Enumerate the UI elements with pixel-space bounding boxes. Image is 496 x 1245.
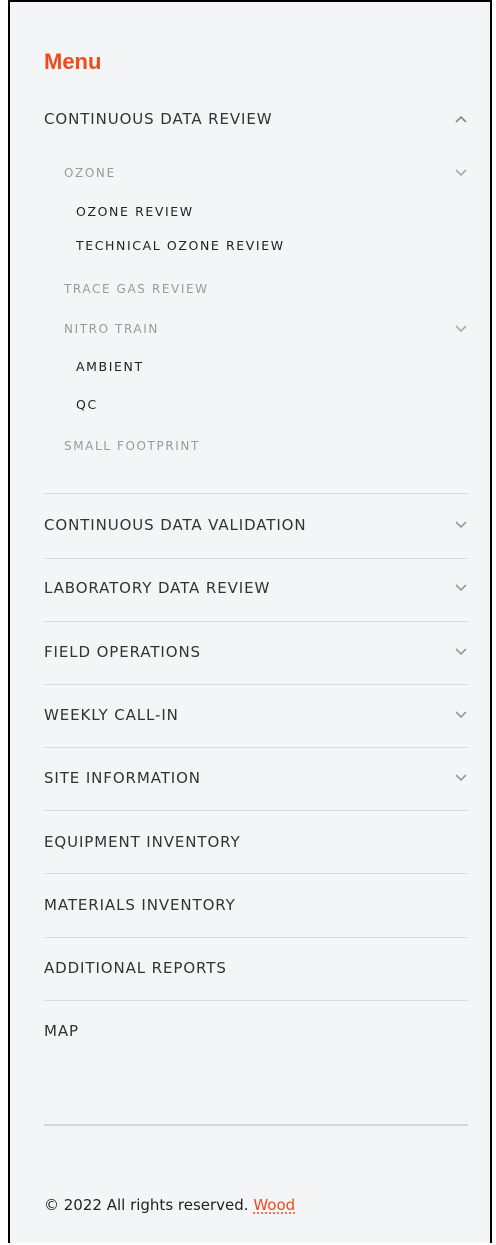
menu-item-label: EQUIPMENT INVENTORY xyxy=(44,833,241,851)
submenu-item-label: OZONE xyxy=(64,166,116,180)
chevron-down-icon xyxy=(454,647,468,657)
sidebar-menu: Menu CONTINUOUS DATA REVIEW OZONE OZONE … xyxy=(8,0,492,1243)
submenu-item-nitro-train[interactable]: NITRO TRAIN xyxy=(64,319,468,339)
chevron-up-icon xyxy=(454,114,468,124)
menu-link-label: AMBIENT xyxy=(76,358,144,374)
divider xyxy=(44,1000,468,1001)
menu-link-ambient[interactable]: AMBIENT xyxy=(76,356,468,376)
menu-item-label: MAP xyxy=(44,1022,79,1040)
menu-item-label: FIELD OPERATIONS xyxy=(44,643,201,661)
menu-item-materials-inventory[interactable]: MATERIALS INVENTORY xyxy=(44,895,468,915)
menu-item-weekly-call-in[interactable]: WEEKLY CALL-IN xyxy=(44,705,468,725)
menu-item-site-information[interactable]: SITE INFORMATION xyxy=(44,768,468,788)
divider xyxy=(44,873,468,874)
menu-item-label: CONTINUOUS DATA VALIDATION xyxy=(44,516,307,534)
divider xyxy=(44,810,468,811)
menu-item-label: MATERIALS INVENTORY xyxy=(44,896,236,914)
menu-item-label: CONTINUOUS DATA REVIEW xyxy=(44,110,273,128)
chevron-down-icon xyxy=(454,773,468,783)
menu-link-ozone-review[interactable]: OZONE REVIEW xyxy=(76,201,468,221)
menu-link-qc[interactable]: QC xyxy=(76,394,468,414)
menu-item-continuous-data-validation[interactable]: CONTINUOUS DATA VALIDATION xyxy=(44,515,468,535)
chevron-down-icon xyxy=(454,168,468,178)
submenu-item-label: NITRO TRAIN xyxy=(64,322,159,336)
menu-link-technical-ozone-review[interactable]: TECHNICAL OZONE REVIEW xyxy=(76,235,468,255)
submenu-item-ozone[interactable]: OZONE xyxy=(64,163,468,183)
divider xyxy=(44,558,468,559)
menu-item-label: WEEKLY CALL-IN xyxy=(44,706,179,724)
divider xyxy=(44,493,468,494)
divider xyxy=(44,937,468,938)
divider xyxy=(44,684,468,685)
chevron-down-icon xyxy=(454,583,468,593)
submenu-item-trace-gas-review[interactable]: TRACE GAS REVIEW xyxy=(64,279,468,299)
divider xyxy=(44,747,468,748)
menu-item-label: LABORATORY DATA REVIEW xyxy=(44,579,271,597)
company-link[interactable]: Wood xyxy=(253,1196,295,1214)
copyright-text: © 2022 All rights reserved. xyxy=(44,1196,249,1214)
menu-item-continuous-data-review[interactable]: CONTINUOUS DATA REVIEW xyxy=(44,109,468,129)
menu-link-label: QC xyxy=(76,396,98,412)
footer: © 2022 All rights reserved. Wood xyxy=(44,1196,295,1214)
menu-item-field-operations[interactable]: FIELD OPERATIONS xyxy=(44,642,468,662)
menu-item-label: SITE INFORMATION xyxy=(44,769,201,787)
menu-item-equipment-inventory[interactable]: EQUIPMENT INVENTORY xyxy=(44,832,468,852)
menu-item-additional-reports[interactable]: ADDITIONAL REPORTS xyxy=(44,958,468,978)
menu-item-laboratory-data-review[interactable]: LABORATORY DATA REVIEW xyxy=(44,578,468,598)
menu-link-label: TECHNICAL OZONE REVIEW xyxy=(76,237,285,253)
submenu-item-small-footprint[interactable]: SMALL FOOTPRINT xyxy=(64,436,468,456)
divider xyxy=(44,621,468,622)
menu-item-label: ADDITIONAL REPORTS xyxy=(44,959,227,977)
chevron-down-icon xyxy=(454,324,468,334)
menu-item-map[interactable]: MAP xyxy=(44,1021,468,1041)
menu-link-label: OZONE REVIEW xyxy=(76,203,194,219)
submenu-item-label: TRACE GAS REVIEW xyxy=(64,282,209,296)
chevron-down-icon xyxy=(454,520,468,530)
footer-divider xyxy=(44,1124,468,1126)
chevron-down-icon xyxy=(454,710,468,720)
menu-title: Menu xyxy=(44,49,102,74)
submenu-item-label: SMALL FOOTPRINT xyxy=(64,439,200,453)
